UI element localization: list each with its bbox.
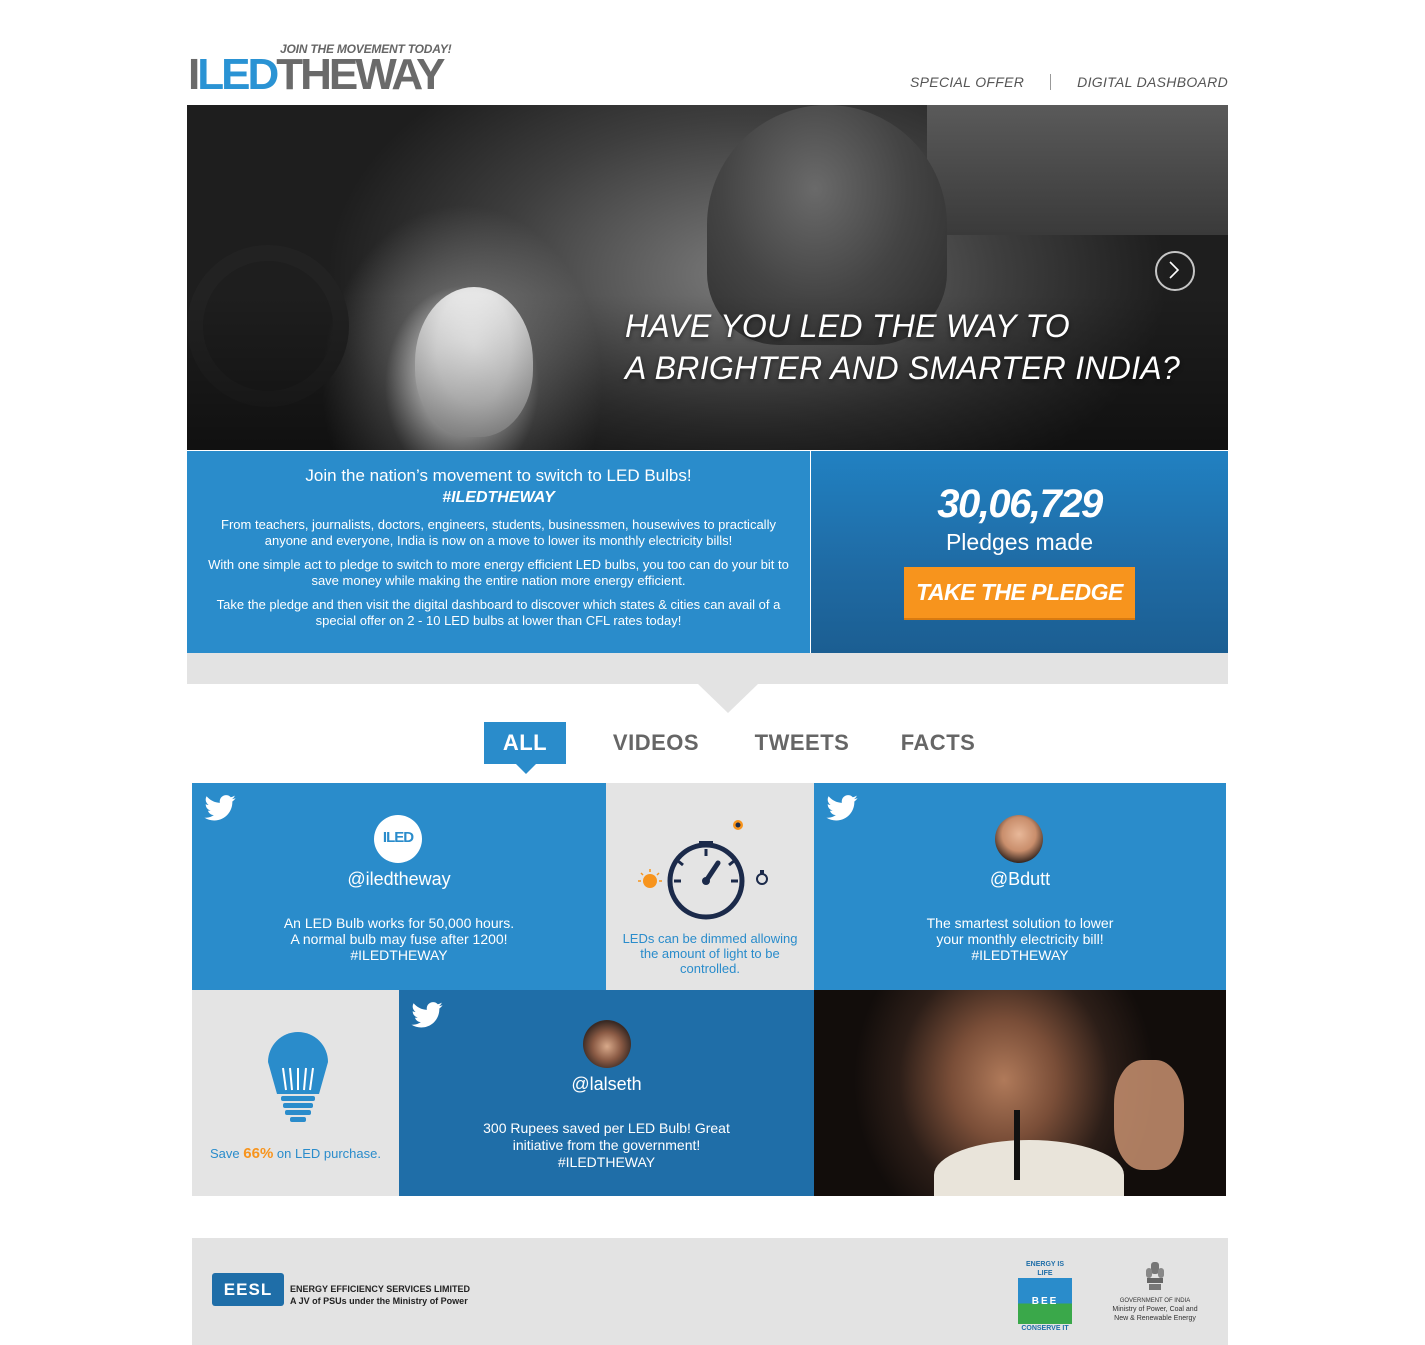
fact-text: LEDs can be dimmed allowing the amount o… — [622, 931, 798, 976]
twitter-icon — [411, 1002, 443, 1028]
bee-logo[interactable]: ENERGY IS LIFE BEE CONSERVE IT — [1018, 1260, 1072, 1332]
photo-tile-speaker[interactable] — [814, 990, 1226, 1196]
tweet-line-1: An LED Bulb works for 50,000 hours. — [283, 915, 515, 931]
goi-line-3: New & Renewable Energy — [1114, 1315, 1196, 1322]
logo-part-led: LED — [197, 50, 279, 99]
bee-bottom-text: CONSERVE IT — [1021, 1325, 1069, 1332]
dimmer-gauge-icon — [638, 820, 768, 920]
section-divider — [187, 653, 1228, 684]
fact-suffix: on LED purchase. — [276, 1146, 381, 1161]
movement-info: Join the nation’s movement to switch to … — [187, 451, 810, 653]
chevron-right-icon — [1169, 261, 1180, 279]
goi-line-1: GOVERNMENT OF INDIA — [1119, 1298, 1191, 1304]
goi-line-2: Ministry of Power, Coal and — [1112, 1306, 1198, 1313]
avatar — [583, 1020, 631, 1068]
tab-tweets[interactable]: TWEETS — [746, 722, 858, 764]
tab-all[interactable]: ALL — [484, 722, 566, 774]
site-logo[interactable]: JOIN THE MOVEMENT TODAY! ILEDTHEWAY — [188, 42, 488, 99]
speaker-shirt — [934, 1140, 1124, 1196]
led-bulb-icon — [268, 1032, 328, 1122]
fact-card-dimming[interactable]: LEDs can be dimmed allowing the amount o… — [606, 783, 814, 990]
section-divider-arrow — [698, 684, 758, 713]
bee-mid-text: BEE — [1031, 1296, 1059, 1307]
tweet-handle: @iledtheway — [347, 869, 451, 889]
top-nav: SPECIAL OFFER DIGITAL DASHBOARD — [910, 74, 1228, 90]
microphone — [1014, 1110, 1020, 1180]
carousel-next-button[interactable] — [1155, 251, 1195, 291]
hero-banner: HAVE YOU LED THE WAY TO A BRIGHTER AND S… — [187, 105, 1228, 450]
avatar-logo-text: ILED — [382, 829, 414, 846]
movement-paragraph-1: From teachers, journalists, doctors, eng… — [221, 517, 776, 548]
bee-top-text: ENERGY IS LIFE — [1026, 1261, 1064, 1277]
logo-part-i: I — [188, 50, 200, 99]
goi-logo[interactable]: GOVERNMENT OF INDIA Ministry of Power, C… — [1102, 1260, 1208, 1326]
tab-videos[interactable]: VIDEOS — [602, 722, 710, 764]
avatar: ILED — [374, 815, 422, 863]
tweet-line-2: your monthly electricity bill! — [936, 931, 1104, 947]
eesl-subtitle: A JV of PSUs under the Ministry of Power — [290, 1296, 468, 1306]
hero-title-line2: A BRIGHTER AND SMARTER INDIA? — [625, 350, 1181, 386]
nav-special-offer[interactable]: SPECIAL OFFER — [910, 74, 1024, 90]
tweet-line-1: The smartest solution to lower — [926, 915, 1114, 931]
tweet-line-1: 300 Rupees saved per LED Bulb! Great — [483, 1120, 730, 1136]
take-pledge-button[interactable]: TAKE THE PLEDGE — [904, 567, 1135, 618]
footer: EESL ENERGY EFFICIENCY SERVICES LIMITED … — [192, 1238, 1228, 1345]
logo-part-theway: THEWAY — [276, 50, 445, 99]
eesl-logo[interactable]: EESL — [212, 1273, 284, 1306]
fact-card-savings[interactable]: Save 66% on LED purchase. — [192, 990, 399, 1196]
tweet-handle: @Bdutt — [989, 869, 1051, 889]
movement-paragraph-2: With one simple act to pledge to switch … — [208, 557, 789, 588]
tweet-handle: @lalseth — [571, 1074, 642, 1094]
eesl-name: ENERGY EFFICIENCY SERVICES LIMITED A JV … — [290, 1283, 470, 1307]
logo-wordmark: ILEDTHEWAY — [188, 50, 445, 99]
tweet-card-bdutt[interactable]: @Bdutt The smartest solution to lower yo… — [814, 783, 1226, 990]
pledge-count: 30,06,729 — [937, 482, 1103, 526]
nav-divider — [1050, 74, 1052, 90]
tweet-card-lalseth[interactable]: @lalseth 300 Rupees saved per LED Bulb! … — [399, 990, 814, 1196]
tweet-hashtag: #ILEDTHEWAY — [557, 1154, 656, 1170]
speaker-hand — [1114, 1060, 1184, 1170]
tweet-card-iledtheway[interactable]: ILED @iledtheway An LED Bulb works for 5… — [192, 783, 606, 990]
movement-paragraph-3: Take the pledge and then visit the digit… — [216, 597, 781, 628]
hero-shade — [187, 105, 1228, 450]
twitter-icon — [826, 795, 858, 821]
tweet-line-2: initiative from the government! — [512, 1137, 701, 1153]
pledge-label: Pledges made — [945, 529, 1094, 555]
fact-highlight: 66% — [243, 1145, 274, 1162]
twitter-icon — [204, 795, 236, 821]
tab-facts[interactable]: FACTS — [892, 722, 984, 764]
hero-title-line1: HAVE YOU LED THE WAY TO — [625, 308, 1070, 344]
tweet-line-2: A normal bulb may fuse after 1200! — [290, 931, 508, 947]
nav-digital-dashboard[interactable]: DIGITAL DASHBOARD — [1077, 74, 1228, 90]
tweet-hashtag: #ILEDTHEWAY — [971, 947, 1069, 963]
avatar — [995, 815, 1043, 863]
national-emblem-icon — [1146, 1262, 1164, 1290]
tweet-hashtag: #ILEDTHEWAY — [350, 947, 448, 963]
fact-text: Save 66% on LED purchase. — [192, 1146, 399, 1161]
fact-prefix: Save — [210, 1146, 240, 1161]
bee-emblem: BEE — [1018, 1278, 1072, 1324]
hero-title: HAVE YOU LED THE WAY TO A BRIGHTER AND S… — [625, 305, 1180, 389]
eesl-title: ENERGY EFFICIENCY SERVICES LIMITED — [290, 1284, 471, 1294]
pledge-panel: 30,06,729 Pledges made TAKE THE PLEDGE — [811, 451, 1228, 653]
movement-hashtag: #ILEDTHEWAY — [442, 489, 555, 506]
movement-heading: Join the nation’s movement to switch to … — [305, 466, 692, 485]
